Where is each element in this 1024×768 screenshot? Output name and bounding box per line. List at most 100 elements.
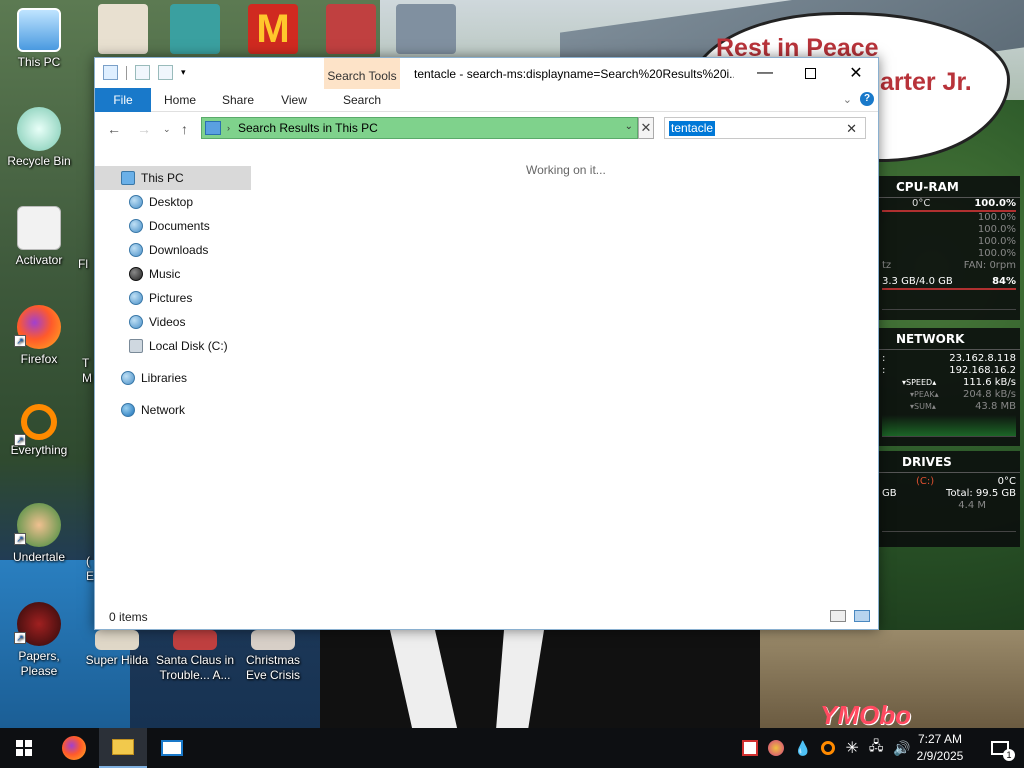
search-query: tentacle [669,120,716,136]
breadcrumb-chevron-icon: › [227,123,230,133]
help-icon[interactable]: ? [860,92,874,106]
desktop-icon-label: Undertale [12,550,66,564]
tab-view[interactable]: View [271,88,317,112]
clear-search-icon[interactable]: ✕ [846,121,857,137]
sparkle-icon[interactable]: ✳ [845,738,858,758]
desktop-icon-activator[interactable]: Activator [0,206,78,268]
desktop-icon-top-5[interactable] [396,4,456,54]
close-button[interactable]: ✕ [833,58,879,88]
nav-item-local-disk[interactable]: Local Disk (C:) [129,334,228,358]
net-peak: 204.8 kB/s [962,389,1016,400]
santa-claus-icon [173,630,217,650]
tray-colorful-icon[interactable] [768,740,784,756]
nav-item-this-pc[interactable]: This PC [95,166,251,190]
widget-cpu-ram: CPU-RAM 0°C 100.0% 100.0% 100.0% 100.0% 1… [878,176,1020,320]
external-ip: 23.162.8.118 [949,353,1016,364]
core-usage: 100.0% [977,248,1016,259]
network-tray-icon[interactable]: 🖧 [869,737,884,759]
desktop-icon-top-1[interactable] [98,4,148,54]
taskbar-firefox[interactable] [50,728,98,768]
shortcut-arrow-icon: ↗ [14,335,26,347]
shortcut-arrow-icon: ↗ [14,632,26,644]
desktop-icon-super-hilda[interactable]: Super Hilda [78,630,156,668]
back-arrow-icon[interactable]: ← [107,121,121,137]
file-explorer-window: ▾ Search Tools tentacle - search-ms:disp… [94,57,879,630]
desktop-icon-partial[interactable]: Fl [78,257,94,272]
nav-item-downloads[interactable]: Downloads [129,238,208,262]
recent-locations-chevron-icon[interactable]: ⌄ [163,124,171,135]
widget-title: NETWORK [878,328,1020,350]
core-usage: 100.0% [977,224,1016,235]
shortcut-arrow-icon: ↗ [14,533,26,545]
firefox-icon [62,736,86,760]
desktop-icon-this-pc[interactable]: This PC [0,8,78,70]
tab-home[interactable]: Home [157,88,203,112]
search-tool-icon[interactable] [821,741,836,755]
tray-app-icon[interactable] [742,740,758,756]
action-center-button[interactable]: 1 [976,728,1024,768]
address-dropdown-icon[interactable]: ⌄ [625,121,633,132]
search-input[interactable]: tentacle ✕ [664,117,866,139]
large-icons-view-icon[interactable] [854,610,870,622]
expand-ribbon-chevron-icon[interactable]: ⌄ [843,93,852,106]
maximize-button[interactable] [787,58,833,88]
desktop-icon-partial[interactable]: E [86,569,94,584]
address-bar[interactable]: › Search Results in This PC ⌄ [201,117,638,139]
nav-item-music[interactable]: Music [129,262,180,286]
net-sum: 43.8 MB [975,401,1016,412]
desktop-icon-christmas-eve-crisis[interactable]: Christmas Eve Crisis [234,630,312,683]
nav-item-documents[interactable]: Documents [129,214,210,238]
desktop-icon-everything[interactable]: ↗ Everything [0,404,78,458]
forward-arrow-icon[interactable]: → [137,121,151,137]
start-button[interactable] [0,728,48,768]
drive-used: GB [882,488,897,499]
peak-label: PEAK [914,390,935,399]
desktop-icon-label: Recycle Bin [7,154,71,168]
desktop-icon-partial[interactable]: ( [86,554,94,569]
nav-item-desktop[interactable]: Desktop [129,190,193,214]
taskbar-file-explorer[interactable] [99,728,147,768]
window-title: tentacle - search-ms:displayname=Search%… [414,67,734,81]
nav-item-libraries[interactable]: Libraries [121,366,187,390]
desktop-icon-label: Christmas Eve Crisis [245,653,300,682]
desktop-icon-santa-claus[interactable]: Santa Claus in Trouble... A... [154,630,236,683]
desktop-icon-partial[interactable]: T M [82,356,94,386]
desktop-icon-label: Super Hilda [85,653,149,667]
folder-icon [103,65,118,80]
stop-search-button[interactable]: ✕ [638,117,654,139]
notification-count: 1 [1003,749,1015,761]
navigation-bar: ← → ⌄ ↑ › Search Results in This PC ⌄ ✕ … [95,112,878,146]
taskbar-app[interactable] [148,728,196,768]
desktop-icon-top-2[interactable] [170,4,220,54]
desktop-icon-recycle-bin[interactable]: Recycle Bin [0,107,78,169]
new-folder-icon[interactable] [158,65,173,80]
desktop-icon-top-4[interactable] [326,4,376,54]
nav-item-pictures[interactable]: Pictures [129,286,192,310]
videos-folder-icon [129,315,143,329]
properties-icon[interactable] [135,65,150,80]
ram-percent: 84% [992,276,1016,287]
network-graph [882,415,1016,437]
activator-icon [17,206,61,250]
customize-toolbar-chevron-icon[interactable]: ▾ [181,67,186,78]
clock-time: 7:27 AM [917,732,963,746]
tab-search[interactable]: Search [327,88,397,112]
taskbar-clock[interactable]: 7:27 AM 2/9/2025 [908,731,972,765]
cpu-usage: 100.0% [974,198,1016,209]
up-arrow-icon[interactable]: ↑ [181,121,188,137]
mcdonalds-icon[interactable]: M [248,4,298,54]
minimize-button[interactable]: — [742,58,788,88]
item-count: 0 items [109,610,148,624]
desktop-icon-papers-please[interactable]: ↗ Papers, Please [0,602,78,679]
title-bar[interactable]: ▾ Search Tools tentacle - search-ms:disp… [95,58,879,89]
ram-graph [882,292,1016,310]
details-view-icon[interactable] [830,610,846,622]
desktop-icon-firefox[interactable]: ↗ Firefox [0,305,78,367]
tab-file[interactable]: File [95,88,151,112]
water-drop-icon[interactable]: 💧 [794,740,811,757]
desktop-icon-label: Santa Claus in Trouble... A... [155,653,235,682]
desktop-icon-undertale[interactable]: ↗ Undertale [0,503,78,565]
nav-item-videos[interactable]: Videos [129,310,185,334]
nav-item-network[interactable]: Network [121,398,185,422]
tab-share[interactable]: Share [215,88,261,112]
